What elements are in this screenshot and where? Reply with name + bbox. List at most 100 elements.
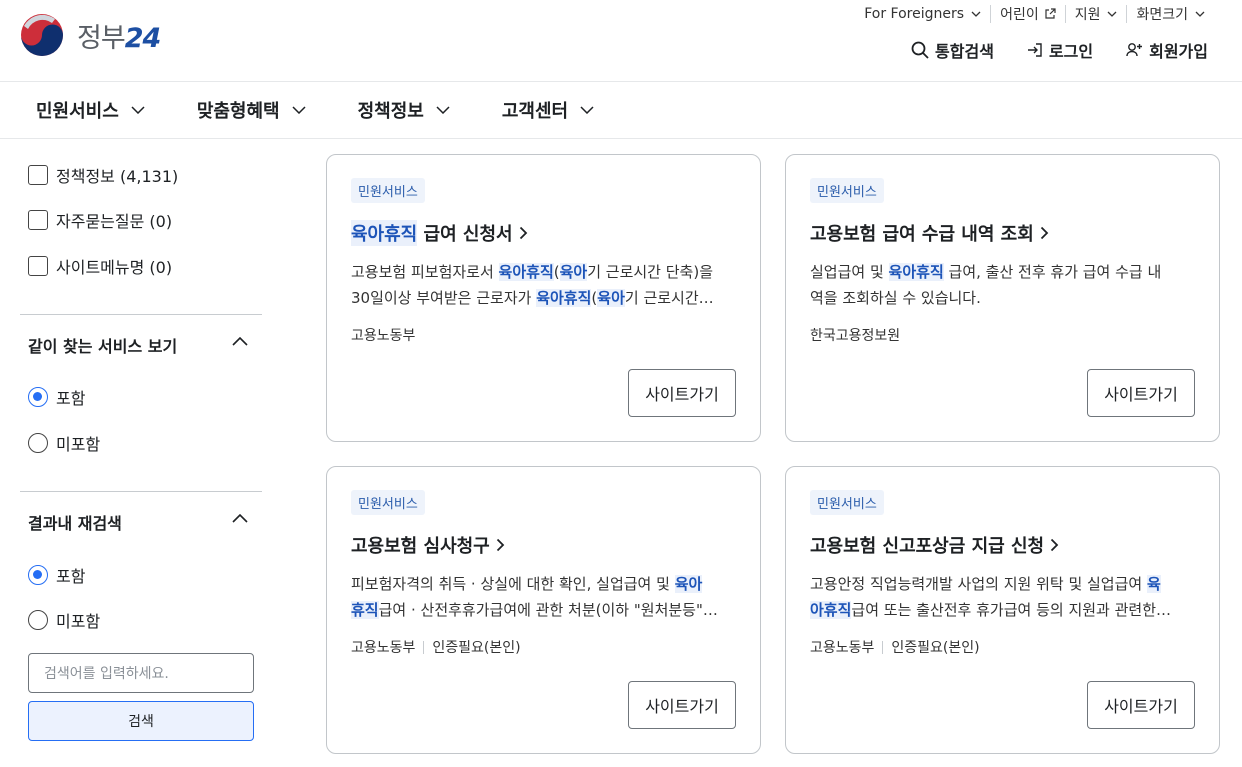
card-title-link[interactable]: 고용보험 신고포상금 지급 신청 <box>810 532 1059 558</box>
chevron-down-icon <box>971 11 981 17</box>
description-line: 휴직급여 · 산전후휴가급여에 관한 처분(이하 "원처분등"… <box>351 597 739 623</box>
category-badge: 민원서비스 <box>351 490 425 515</box>
agency-name: 한국고용정보원 <box>810 328 901 344</box>
title-text: 급여 신청서 <box>417 224 513 245</box>
external-link-icon <box>1045 8 1056 19</box>
util-support[interactable]: 지원 <box>1064 5 1127 23</box>
divider <box>20 491 262 492</box>
agency-name: 고용노동부 <box>351 640 416 656</box>
search-icon <box>911 41 929 59</box>
keyword-highlight: 육아 <box>597 289 625 307</box>
signup-button[interactable]: 회원가입 <box>1126 38 1208 62</box>
description-text: 실업급여 및 <box>810 263 889 281</box>
site-logo[interactable]: 정부24 <box>19 12 161 58</box>
description-text: 급여, 출산 전후 휴가 급여 수급 내 <box>943 263 1162 281</box>
description-text: 역을 조회하실 수 있습니다. <box>810 289 981 307</box>
chevron-right-icon <box>1040 226 1049 240</box>
nav-policy-info[interactable]: 정책정보 <box>358 97 450 123</box>
title-text: 고용보험 심사청구 <box>351 536 490 557</box>
card-description: 피보험자격의 취득 · 상실에 대한 확인, 실업급여 및 육아 휴직급여 · 산… <box>351 571 739 623</box>
card-description: 실업급여 및 육아휴직 급여, 출산 전후 휴가 급여 수급 내역을 조회하실 … <box>810 259 1198 311</box>
result-card: 민원서비스고용보험 급여 수급 내역 조회실업급여 및 육아휴직 급여, 출산 … <box>785 154 1220 442</box>
meta-separator <box>882 640 884 654</box>
card-title-link[interactable]: 고용보험 급여 수급 내역 조회 <box>810 220 1049 246</box>
chevron-down-icon <box>131 106 145 114</box>
radio-button[interactable] <box>28 433 48 453</box>
radio-related-include[interactable]: 포함 <box>28 385 85 409</box>
description-text: 급여 또는 출산전후 휴가급여 등의 지원과 관련한… <box>851 601 1172 619</box>
auth-required-label: 인증필요(본인) <box>432 640 521 656</box>
card-description: 고용보험 피보험자로서 육아휴직(육아기 근로시간 단축)을 30일이상 부여받은… <box>351 259 739 311</box>
card-title-link[interactable]: 육아휴직 급여 신청서 <box>351 220 528 246</box>
card-title-link[interactable]: 고용보험 심사청구 <box>351 532 505 558</box>
taegeuk-logo-icon <box>21 14 63 56</box>
util-screen-size[interactable]: 화면크기 <box>1126 5 1214 23</box>
go-to-site-button[interactable]: 사이트가기 <box>628 681 736 729</box>
integrated-search-button[interactable]: 통합검색 <box>911 38 994 62</box>
radio-button[interactable] <box>28 387 48 407</box>
radio-research-include[interactable]: 포함 <box>28 563 85 587</box>
chevron-down-icon <box>292 106 306 114</box>
header-actions: 통합검색 로그인 회원가입 <box>878 38 1208 62</box>
radio-button[interactable] <box>28 565 48 585</box>
checkbox[interactable] <box>28 256 48 276</box>
card-description: 고용안정 직업능력개발 사업의 지원 위탁 및 실업급여 육아휴직급여 또는 출… <box>810 571 1198 623</box>
description-line: 피보험자격의 취득 · 상실에 대한 확인, 실업급여 및 육아 <box>351 571 739 597</box>
description-text: 고용안정 직업능력개발 사업의 지원 위탁 및 실업급여 <box>810 575 1147 593</box>
chevron-down-icon <box>1195 11 1205 17</box>
agency-name: 고용노동부 <box>351 328 416 344</box>
util-children[interactable]: 어린이 <box>990 5 1065 23</box>
filter-policy-info[interactable]: 정책정보 (4,131) <box>28 163 178 187</box>
login-button[interactable]: 로그인 <box>1027 38 1093 62</box>
chevron-up-icon[interactable] <box>232 337 248 346</box>
research-search-input[interactable]: 검색어를 입력하세요. <box>28 653 254 693</box>
chevron-up-icon[interactable] <box>232 514 248 523</box>
description-text: ( <box>553 263 560 281</box>
description-line: 30일이상 부여받은 근로자가 육아휴직(육아기 근로시간… <box>351 285 739 311</box>
radio-button[interactable] <box>28 610 48 630</box>
util-foreigners[interactable]: For Foreigners <box>855 5 990 23</box>
card-meta: 고용노동부 인증필요(본인) <box>810 637 980 657</box>
login-icon <box>1027 43 1042 57</box>
divider <box>20 314 262 315</box>
keyword-highlight: 육아휴직 <box>536 289 592 307</box>
description-text: 기 근로시간… <box>624 289 714 307</box>
category-badge: 민원서비스 <box>810 178 884 203</box>
section-title-related: 같이 찾는 서비스 보기 <box>28 337 178 356</box>
go-to-site-button[interactable]: 사이트가기 <box>1087 681 1195 729</box>
description-text: 고용보험 피보험자로서 <box>351 263 499 281</box>
chevron-right-icon <box>1050 538 1059 552</box>
keyword-highlight: 육아 <box>674 575 703 593</box>
research-search-button[interactable]: 검색 <box>28 701 254 741</box>
description-text: 기 근로시간 단축)을 <box>587 263 714 281</box>
radio-research-exclude[interactable]: 미포함 <box>28 608 100 632</box>
keyword-highlight: 아휴직 <box>810 601 852 619</box>
card-meta: 고용노동부 인증필요(본인) <box>351 637 521 657</box>
chevron-right-icon <box>496 538 505 552</box>
keyword-highlight: 육 <box>1146 575 1161 593</box>
go-to-site-button[interactable]: 사이트가기 <box>1087 369 1195 417</box>
nav-customer-center[interactable]: 고객센터 <box>502 97 594 123</box>
filter-faq[interactable]: 자주묻는질문 (0) <box>28 208 172 232</box>
title-highlight: 육아휴직 <box>351 220 418 246</box>
keyword-highlight: 육아휴직 <box>888 263 944 281</box>
description-text: 30일이상 부여받은 근로자가 <box>351 289 537 307</box>
chevron-down-icon <box>580 106 594 114</box>
card-meta: 고용노동부 <box>351 325 415 345</box>
description-line: 실업급여 및 육아휴직 급여, 출산 전후 휴가 급여 수급 내 <box>810 259 1198 285</box>
nav-custom-benefits[interactable]: 맞춤형혜택 <box>197 97 306 123</box>
title-text: 고용보험 신고포상금 지급 신청 <box>810 536 1045 557</box>
go-to-site-button[interactable]: 사이트가기 <box>628 369 736 417</box>
description-text: 급여 · 산전후휴가급여에 관한 처분(이하 "원처분등"… <box>378 601 718 619</box>
keyword-highlight: 육아휴직 <box>498 263 554 281</box>
nav-civil-service[interactable]: 민원서비스 <box>36 97 145 123</box>
utility-menu: For Foreigners 어린이 지원 화면크기 <box>855 5 1214 23</box>
filter-site-menu[interactable]: 사이트메뉴명 (0) <box>28 254 172 278</box>
checkbox[interactable] <box>28 210 48 230</box>
result-card: 민원서비스 고용보험 신고포상금 지급 신청 고용안정 직업능력개발 사업의 지원 … <box>785 466 1220 754</box>
radio-related-exclude[interactable]: 미포함 <box>28 431 100 455</box>
description-line: 고용안정 직업능력개발 사업의 지원 위탁 및 실업급여 육 <box>810 571 1198 597</box>
chevron-down-icon <box>436 106 450 114</box>
checkbox[interactable] <box>28 165 48 185</box>
keyword-highlight: 휴직 <box>351 601 379 619</box>
